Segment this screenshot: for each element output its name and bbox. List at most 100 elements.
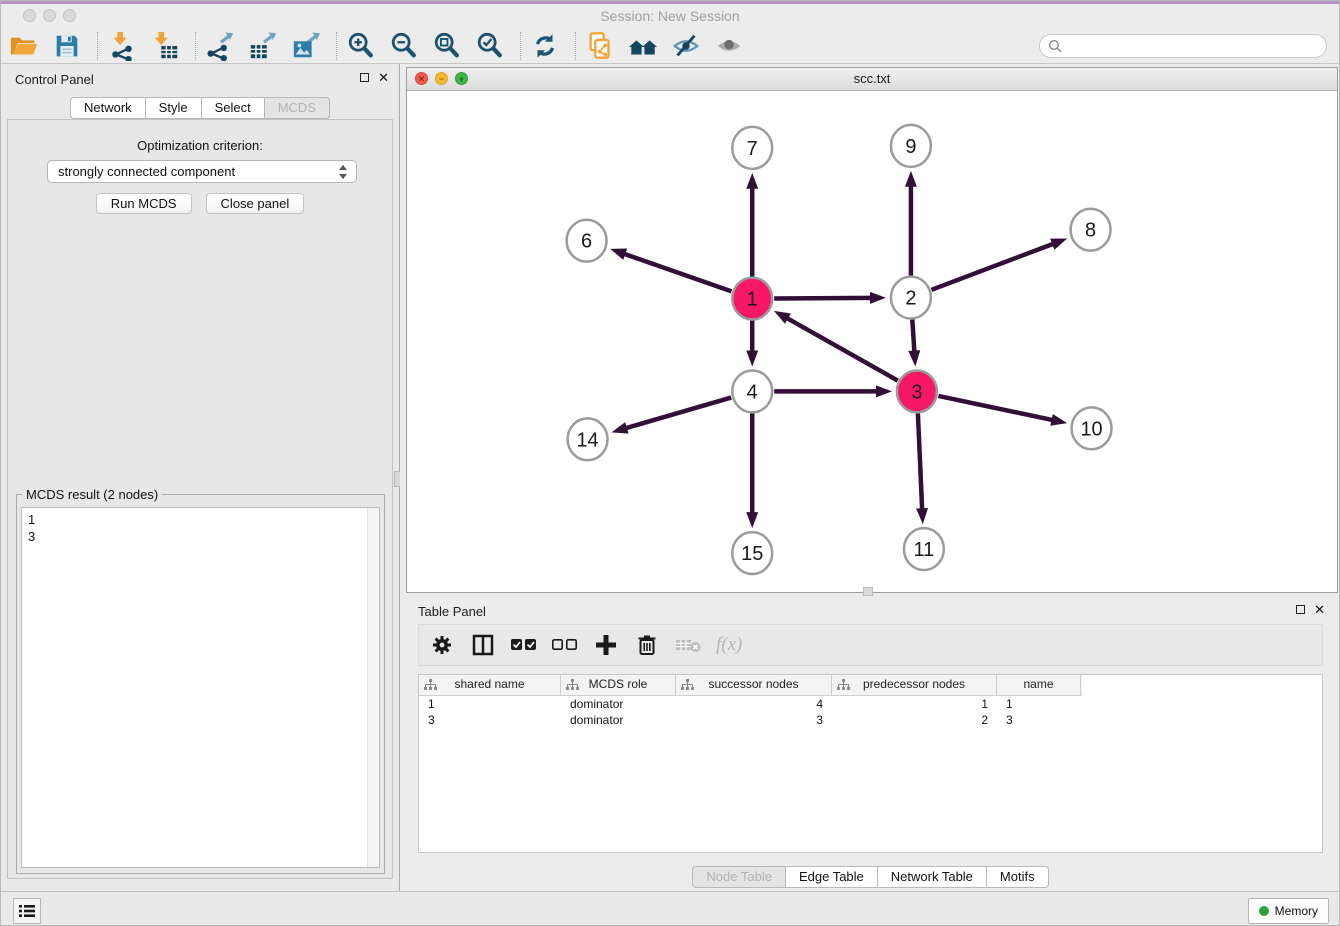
table-settings-icon[interactable] [429,632,455,658]
edge-1-6[interactable] [622,253,731,291]
tab-style[interactable]: Style [146,97,202,119]
tab-mcds[interactable]: MCDS [265,97,330,119]
node-1[interactable]: 1 [732,278,772,320]
toolbar-separator [97,32,98,60]
add-row-icon[interactable] [593,632,619,658]
refresh-layout-icon[interactable] [530,31,560,61]
tab-motifs[interactable]: Motifs [987,866,1049,888]
memory-button[interactable]: Memory [1248,898,1329,924]
open-session-icon[interactable] [9,31,39,61]
edge-1-2[interactable] [774,298,873,299]
edge-arrowhead-2-9 [905,171,917,187]
node-3[interactable]: 3 [897,370,937,412]
search-field-wrap [1039,34,1327,58]
table-row[interactable]: 1dominator411 [419,696,1322,712]
node-10[interactable]: 10 [1072,407,1112,449]
svg-text:1: 1 [747,289,758,311]
column-label: name [1023,677,1053,691]
cell-mcds-role[interactable]: dominator [561,696,676,712]
cell-shared-name[interactable]: 1 [419,696,561,712]
network-splitter-handle[interactable] [863,587,873,596]
result-scrollbar[interactable] [367,508,379,867]
optimization-criterion-select[interactable]: strongly connected component [47,160,357,183]
edge-2-3[interactable] [912,319,914,353]
edge-2-8[interactable] [931,243,1055,290]
cell-predecessor-nodes[interactable]: 2 [832,712,997,728]
deselect-all-icon[interactable] [552,632,578,658]
preferred-layout-icon[interactable] [628,31,658,61]
column-header-successor-nodes[interactable]: successor nodes [676,675,832,695]
import-table-icon[interactable] [150,31,180,61]
cell-name[interactable]: 3 [997,712,1081,728]
edge-3-1[interactable] [785,317,898,380]
tab-network-table[interactable]: Network Table [878,866,987,888]
optimization-criterion-value: strongly connected component [58,164,235,179]
node-2[interactable]: 2 [891,277,931,319]
column-label: shared name [454,677,524,691]
save-session-icon[interactable] [52,31,82,61]
tab-select[interactable]: Select [202,97,265,119]
node-4[interactable]: 4 [732,370,772,412]
table-panel-title: Table Panel [418,604,486,619]
export-table-icon[interactable] [248,31,278,61]
node-9[interactable]: 9 [891,125,931,167]
hide-graphics-details-icon[interactable] [671,31,701,61]
svg-text:6: 6 [581,231,592,253]
delete-row-icon[interactable] [634,632,660,658]
node-table-body: 1dominator4113dominator323 [419,696,1322,728]
import-network-icon[interactable] [107,31,137,61]
svg-text:3: 3 [911,381,922,403]
edge-4-14[interactable] [624,398,731,429]
result-line: 3 [28,528,361,545]
cell-predecessor-nodes[interactable]: 1 [832,696,997,712]
column-header-name[interactable]: name [997,675,1081,695]
select-all-icon[interactable] [511,632,537,658]
node-8[interactable]: 8 [1071,209,1111,251]
float-table-panel-icon[interactable] [1296,605,1305,614]
mcds-result-textarea[interactable]: 13 [21,507,380,868]
node-11[interactable]: 11 [904,528,944,570]
close-panel-icon[interactable]: ✕ [378,71,389,84]
float-panel-icon[interactable] [360,73,369,82]
node-6[interactable]: 6 [567,220,607,262]
node-15[interactable]: 15 [732,532,772,574]
tab-node-table[interactable]: Node Table [692,866,786,888]
column-header-predecessor-nodes[interactable]: predecessor nodes [832,675,997,695]
select-stepper-icon [338,165,349,179]
export-network-icon[interactable] [205,31,235,61]
edge-arrowhead-4-14 [612,422,629,433]
column-header-shared-name[interactable]: shared name [419,675,561,695]
cell-mcds-role[interactable]: dominator [561,712,676,728]
zoom-fit-icon[interactable] [432,31,462,61]
close-table-panel-icon[interactable]: ✕ [1314,603,1325,616]
cell-successor-nodes[interactable]: 4 [676,696,832,712]
close-panel-button[interactable]: Close panel [206,193,305,214]
cell-name[interactable]: 1 [997,696,1081,712]
search-input[interactable] [1039,34,1327,58]
tab-edge-table[interactable]: Edge Table [786,866,878,888]
control-panel-title: Control Panel [15,72,94,87]
zoom-in-icon[interactable] [346,31,376,61]
mcds-result-lines: 13 [22,508,367,867]
node-14[interactable]: 14 [568,418,608,460]
edge-3-11[interactable] [918,413,922,511]
zoom-selected-icon[interactable] [475,31,505,61]
zoom-out-icon[interactable] [389,31,419,61]
edge-arrowhead-4-3 [876,385,892,397]
cell-shared-name[interactable]: 3 [419,712,561,728]
run-mcds-button[interactable]: Run MCDS [96,193,192,214]
cell-successor-nodes[interactable]: 3 [676,712,832,728]
column-header-mcds-role[interactable]: MCDS role [561,675,676,695]
export-image-icon[interactable] [291,31,321,61]
task-history-button[interactable] [13,898,41,924]
network-canvas[interactable]: 1 2 3 4 6 7 8 9 10 11 14 15 [407,90,1337,592]
table-row[interactable]: 3dominator323 [419,712,1322,728]
tab-network[interactable]: Network [70,97,146,119]
edge-3-10[interactable] [938,396,1054,421]
network-graph[interactable]: 1 2 3 4 6 7 8 9 10 11 14 15 [407,90,1337,592]
node-7[interactable]: 7 [732,127,772,169]
column-pane-icon[interactable] [470,632,496,658]
show-graphics-details-icon[interactable] [714,31,744,61]
edge-arrowhead-1-7 [746,173,758,189]
clone-network-icon[interactable] [585,31,615,61]
